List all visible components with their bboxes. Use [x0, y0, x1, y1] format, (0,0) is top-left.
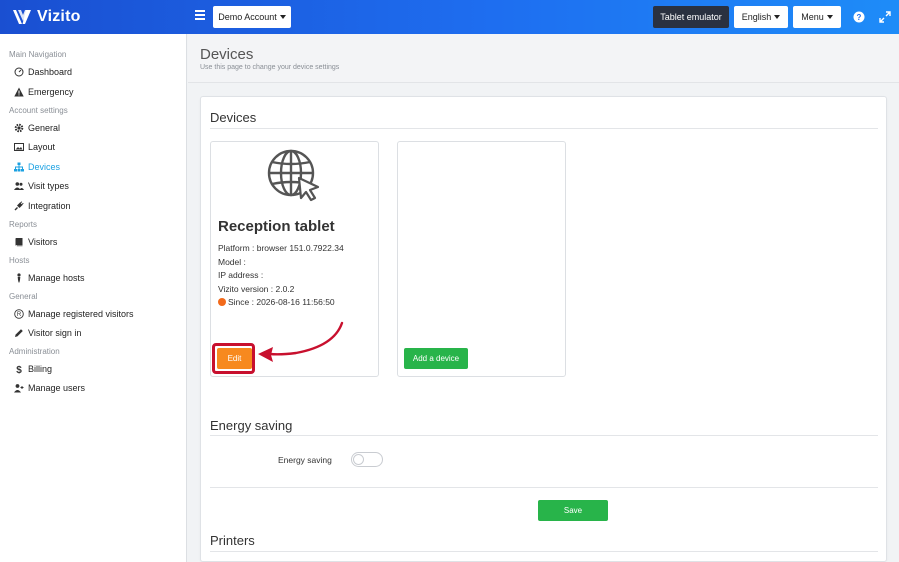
divider	[210, 551, 878, 552]
devices-section-title: Devices	[210, 110, 257, 125]
caret-down-icon	[279, 15, 286, 19]
language-dropdown-button[interactable]: English	[734, 6, 788, 28]
help-icon[interactable]: ?	[853, 11, 865, 23]
sidebar-item-emergency[interactable]: Emergency	[14, 85, 74, 99]
device-name: Reception tablet	[218, 218, 335, 235]
person-icon	[17, 273, 21, 283]
top-bar: Vizito Demo Account Tablet emulator Engl…	[0, 0, 899, 34]
energy-saving-toggle[interactable]	[351, 452, 383, 467]
sidebar-item-label: Layout	[28, 142, 56, 152]
sidebar-item-visit-types[interactable]: Visit types	[14, 179, 69, 193]
sidebar-section-hosts: Hosts	[9, 256, 30, 265]
sidebar-item-visitors[interactable]: Visitors	[14, 235, 57, 249]
annotation-arrow-icon	[258, 321, 344, 362]
dashboard-icon	[14, 67, 24, 77]
sidebar-item-label: Manage registered visitors	[28, 309, 134, 319]
sidebar-item-manage-hosts[interactable]: Manage hosts	[14, 271, 85, 285]
add-device-card	[397, 141, 566, 377]
sidebar-item-label: Manage hosts	[28, 273, 85, 283]
sidebar-section-reports: Reports	[9, 220, 38, 229]
account-dropdown-label: Demo Account	[218, 12, 277, 22]
page-title: Devices	[200, 46, 254, 63]
expand-icon[interactable]	[879, 11, 891, 23]
tablet-emulator-label: Tablet emulator	[660, 12, 722, 22]
sidebar-item-label: Devices	[28, 162, 61, 172]
vizito-logo-icon	[13, 10, 31, 24]
plug-icon	[14, 201, 24, 211]
sidebar-item-manage-registered-visitors[interactable]: R Manage registered visitors	[14, 307, 134, 321]
save-button[interactable]: Save	[538, 500, 608, 521]
sidebar-item-integration[interactable]: Integration	[14, 199, 71, 213]
image-icon	[14, 143, 24, 151]
sidebar-item-label: Visitors	[28, 237, 58, 247]
sidebar-section-main-navigation: Main Navigation	[9, 50, 67, 59]
add-device-button[interactable]: Add a device	[404, 348, 468, 369]
svg-text:$: $	[16, 365, 22, 374]
sidebar-section-administration: Administration	[9, 347, 60, 356]
hamburger-menu-icon[interactable]	[195, 10, 205, 20]
device-model: Model :	[218, 257, 246, 267]
sidebar-item-label: Integration	[28, 201, 71, 211]
warning-icon	[14, 87, 24, 97]
registered-icon: R	[14, 309, 24, 319]
tablet-emulator-button[interactable]: Tablet emulator	[653, 6, 729, 28]
sidebar-item-devices[interactable]: Devices	[14, 160, 60, 174]
printers-section-title: Printers	[210, 533, 255, 548]
sidebar-section-general: General	[9, 292, 38, 301]
page-subtitle: Use this page to change your device sett…	[200, 64, 340, 71]
divider	[210, 487, 878, 488]
energy-saving-label: Energy saving	[278, 455, 332, 465]
divider	[210, 435, 878, 436]
users-icon	[14, 182, 24, 190]
sidebar-item-dashboard[interactable]: Dashboard	[14, 65, 72, 79]
sitemap-icon	[14, 162, 24, 172]
sidebar-item-label: General	[28, 123, 61, 133]
device-since: Since : 2026-08-16 11:56:50	[228, 297, 335, 307]
caret-down-icon	[826, 15, 833, 19]
sidebar-item-label: Manage users	[28, 383, 86, 393]
sidebar-item-label: Visitor sign in	[28, 328, 82, 338]
sidebar-item-manage-users[interactable]: Manage users	[14, 381, 85, 395]
svg-text:R: R	[17, 312, 22, 318]
user-plus-icon	[14, 384, 24, 393]
edit-device-button[interactable]: Edit	[217, 348, 252, 369]
globe-cursor-icon	[267, 149, 320, 202]
device-platform: Platform : browser 151.0.7922.34	[218, 243, 344, 253]
sidebar-item-billing[interactable]: $ Billing	[14, 362, 52, 376]
sidebar-item-label: Dashboard	[28, 67, 73, 77]
dollar-icon: $	[16, 365, 22, 374]
divider	[210, 128, 878, 129]
account-dropdown-button[interactable]: Demo Account	[213, 6, 291, 28]
status-dot-icon	[218, 298, 226, 306]
sidebar-item-layout[interactable]: Layout	[14, 140, 55, 154]
menu-dropdown-button[interactable]: Menu	[793, 6, 841, 28]
sidebar-item-label: Emergency	[28, 87, 74, 97]
sidebar-section-account-settings: Account settings	[9, 106, 68, 115]
pencil-icon	[15, 329, 23, 337]
svg-text:?: ?	[857, 13, 862, 22]
app-logo[interactable]: Vizito	[12, 8, 81, 26]
language-dropdown-label: English	[741, 12, 772, 22]
sidebar-item-label: Visit types	[28, 181, 69, 191]
app-name: Vizito	[37, 8, 81, 25]
sidebar-item-general[interactable]: General	[14, 121, 60, 135]
sidebar-item-label: Billing	[28, 364, 53, 374]
device-ip-address: IP address :	[218, 270, 264, 280]
device-version: Vizito version : 2.0.2	[218, 284, 295, 294]
book-icon	[15, 238, 23, 247]
toggle-knob	[353, 454, 364, 465]
page-header: Devices Use this page to change your dev…	[188, 34, 899, 83]
sidebar: Main Navigation Dashboard Emergency Acco…	[0, 34, 187, 562]
sidebar-item-visitor-sign-in[interactable]: Visitor sign in	[14, 326, 81, 340]
gear-icon	[14, 123, 24, 133]
device-status-line: Since : 2026-08-16 11:56:50	[218, 297, 335, 307]
energy-saving-section-title: Energy saving	[210, 418, 293, 433]
caret-down-icon	[774, 15, 781, 19]
menu-dropdown-label: Menu	[801, 12, 824, 22]
